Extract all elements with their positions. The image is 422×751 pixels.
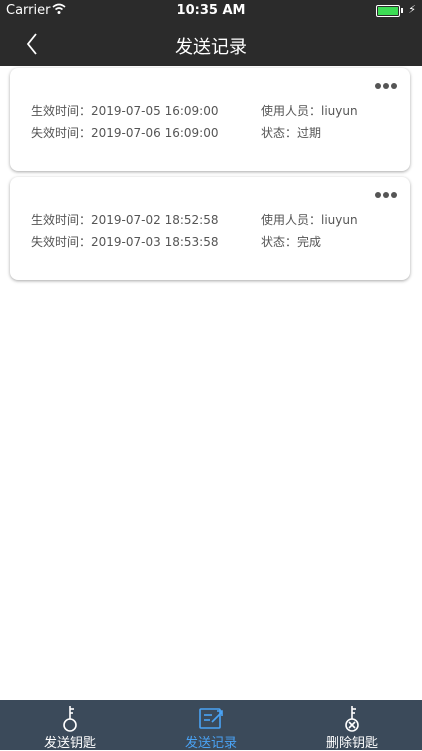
state-value: 完成 <box>297 235 322 249</box>
tab-send-key[interactable]: 发送钥匙 <box>0 700 140 751</box>
end-time-label: 失效时间： <box>31 235 92 249</box>
battery-icon <box>376 5 400 17</box>
tab-send-key-label: 发送钥匙 <box>43 736 96 751</box>
record-card[interactable]: 生效时间：2019-07-05 16:09:00 使用人员：liuyun 失效时… <box>10 68 410 171</box>
end-time-row: 失效时间：2019-07-03 18:53:58 <box>31 233 218 250</box>
end-time-row: 失效时间：2019-07-06 16:09:00 <box>31 124 218 141</box>
page-title: 发送记录 <box>175 37 247 58</box>
user-label: 使用人员： <box>261 104 322 118</box>
state-row: 状态：过期 <box>261 124 321 141</box>
more-icon[interactable] <box>374 82 398 90</box>
tab-delete-key-label: 删除钥匙 <box>325 736 378 751</box>
tab-send-record[interactable]: 发送记录 <box>141 700 281 751</box>
start-time-value: 2019-07-02 18:52:58 <box>91 213 219 227</box>
navigation-bar: 发送记录 <box>0 22 422 66</box>
start-time-value: 2019-07-05 16:09:00 <box>91 104 219 118</box>
user-value: liuyun <box>321 104 358 118</box>
record-icon <box>199 708 223 729</box>
end-time-label: 失效时间： <box>31 126 92 140</box>
user-row: 使用人员：liuyun <box>261 102 358 119</box>
start-time-label: 生效时间： <box>31 213 92 227</box>
start-time-row: 生效时间：2019-07-05 16:09:00 <box>31 102 218 119</box>
clock: 10:35 AM <box>176 3 246 18</box>
tab-delete-key[interactable]: 删除钥匙 <box>282 700 422 751</box>
state-label: 状态： <box>261 126 298 140</box>
key-icon <box>63 706 77 732</box>
battery-tip <box>401 8 403 13</box>
status-bar: Carrier 10:35 AM ⚡ <box>0 0 422 22</box>
record-card[interactable]: 生效时间：2019-07-02 18:52:58 使用人员：liuyun 失效时… <box>10 177 410 280</box>
start-time-row: 生效时间：2019-07-02 18:52:58 <box>31 211 218 228</box>
end-time-value: 2019-07-06 16:09:00 <box>91 126 219 140</box>
tab-send-record-label: 发送记录 <box>184 736 237 751</box>
start-time-label: 生效时间： <box>31 104 92 118</box>
state-row: 状态：完成 <box>261 233 321 250</box>
tab-bar: 发送钥匙 发送记录 删除钥匙 <box>0 700 422 751</box>
delete-key-icon <box>345 706 359 732</box>
user-row: 使用人员：liuyun <box>261 211 358 228</box>
end-time-value: 2019-07-03 18:53:58 <box>91 235 219 249</box>
charging-icon: ⚡ <box>408 3 416 16</box>
more-icon[interactable] <box>374 191 398 199</box>
state-value: 过期 <box>297 126 322 140</box>
user-label: 使用人员： <box>261 213 322 227</box>
user-value: liuyun <box>321 213 358 227</box>
state-label: 状态： <box>261 235 298 249</box>
